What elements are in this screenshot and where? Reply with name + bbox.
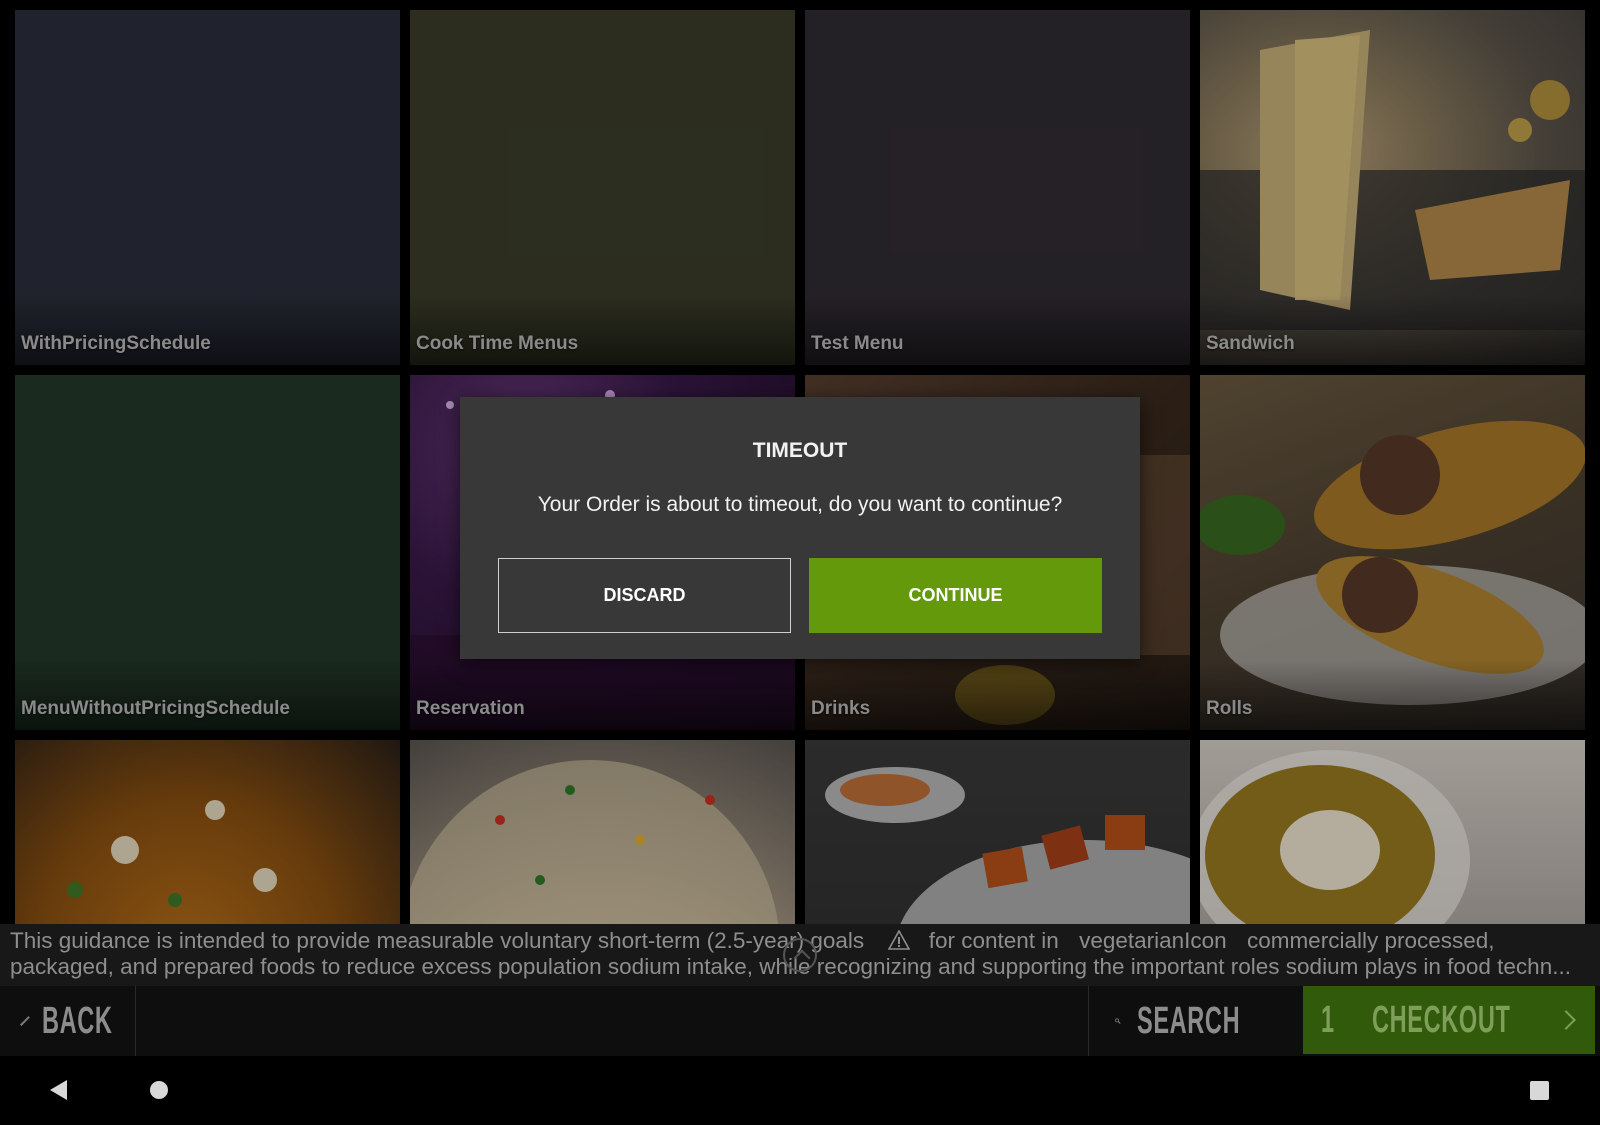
cart-icon xyxy=(1355,1019,1356,1021)
nav-back-icon[interactable] xyxy=(50,1080,67,1100)
checkout-label: CHECKOUT xyxy=(1371,998,1511,1041)
tile-label: Reservation xyxy=(416,698,525,719)
tile-label: Rolls xyxy=(1206,698,1253,719)
chevron-right-icon xyxy=(1556,1010,1576,1030)
tile-label: MenuWithoutPricingSchedule xyxy=(21,698,290,719)
menu-tile-sandwich[interactable]: Sandwich xyxy=(1200,10,1585,365)
scroll-up-icon[interactable] xyxy=(783,938,817,972)
info-text-part-3: commercially processed, xyxy=(1246,928,1495,953)
dialog-message: Your Order is about to timeout, do you w… xyxy=(537,493,1063,516)
info-text-part-1: This guidance is intended to provide mea… xyxy=(10,928,865,953)
search-button[interactable]: SEARCH xyxy=(1088,986,1303,1056)
menu-tile-withpricingschedule[interactable]: WithPricingSchedule xyxy=(15,10,400,365)
tile-shade xyxy=(1200,660,1585,730)
tile-label: Test Menu xyxy=(811,333,904,354)
info-text-part-2: for content in xyxy=(928,928,1059,953)
menu-tile-rolls[interactable]: Rolls xyxy=(1200,375,1585,730)
android-nav-bar xyxy=(0,1056,1600,1125)
back-label: BACK xyxy=(42,999,113,1042)
cart-count: 1 xyxy=(1321,998,1335,1041)
back-button[interactable]: BACK xyxy=(0,986,136,1056)
vegetarian-icon: vegetarianIcon xyxy=(1079,928,1227,953)
warning-icon xyxy=(888,930,911,950)
nav-recents-icon[interactable] xyxy=(1530,1081,1549,1100)
tile-label: Drinks xyxy=(811,698,871,719)
tile-label: WithPricingSchedule xyxy=(21,333,211,354)
checkout-button[interactable]: 1 CHECKOUT xyxy=(1303,986,1595,1054)
continue-button[interactable]: CONTINUE xyxy=(809,558,1102,633)
bottom-action-bar: BACK SEARCH 1 CHECKOUT xyxy=(0,986,1600,1056)
menu-tile-test-menu[interactable]: Test Menu xyxy=(805,10,1190,365)
menu-tile-menuwithoutpricingschedule[interactable]: MenuWithoutPricingSchedule xyxy=(15,375,400,730)
tile-label: Sandwich xyxy=(1206,333,1295,354)
tile-label: Cook Time Menus xyxy=(416,333,579,354)
search-icon xyxy=(1115,1018,1121,1024)
search-label: SEARCH xyxy=(1136,999,1240,1042)
discard-button[interactable]: DISCARD xyxy=(498,558,791,633)
menu-tile-cook-time-menus[interactable]: Cook Time Menus xyxy=(410,10,795,365)
chevron-left-icon xyxy=(20,1016,30,1026)
dialog-title: TIMEOUT xyxy=(752,439,848,462)
timeout-dialog: TIMEOUT Your Order is about to timeout, … xyxy=(460,397,1140,659)
nav-home-icon[interactable] xyxy=(150,1081,168,1099)
